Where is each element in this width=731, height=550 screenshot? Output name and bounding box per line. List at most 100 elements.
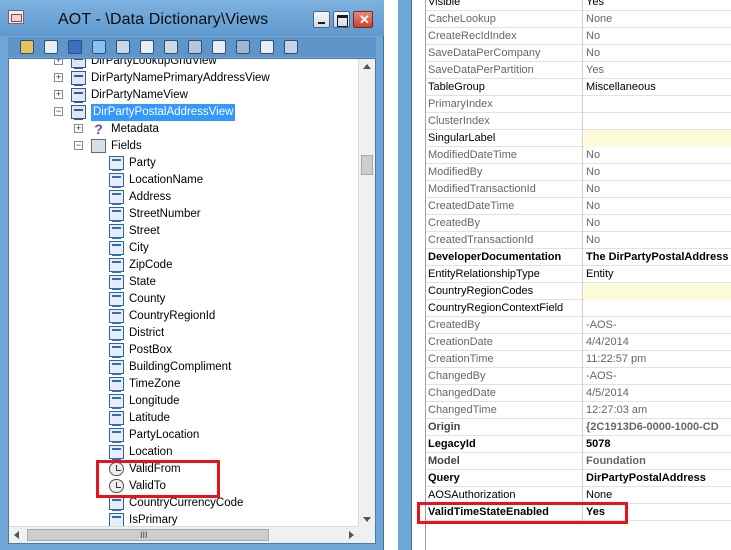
property-value[interactable]: -AOS- — [584, 368, 731, 385]
property-value[interactable]: -AOS- — [584, 317, 731, 334]
property-row[interactable]: PrimaryIndex — [426, 96, 731, 113]
property-row[interactable]: DeveloperDocumentation The DirPartyPostal… — [426, 249, 731, 266]
property-row[interactable]: ChangedBy -AOS- — [426, 368, 731, 385]
tree-item-fields[interactable]: − Fields — [9, 138, 359, 155]
expand-icon[interactable]: + — [54, 73, 63, 82]
horizontal-scrollbar[interactable]: III — [9, 526, 359, 543]
properties-icon[interactable] — [44, 40, 58, 54]
close-button[interactable]: ✕ — [353, 11, 373, 28]
property-value[interactable] — [584, 113, 731, 130]
tree-item-street[interactable]: Street — [9, 223, 359, 240]
property-row[interactable]: Query DirPartyPostalAddress — [426, 470, 731, 487]
property-value[interactable]: No — [584, 198, 731, 215]
property-value[interactable] — [584, 300, 731, 317]
property-row[interactable]: CreatedBy No — [426, 215, 731, 232]
save-icon[interactable] — [68, 40, 82, 54]
property-row[interactable]: CreateRecIdIndex No — [426, 28, 731, 45]
tree-item-buildingcompliment[interactable]: BuildingCompliment — [9, 359, 359, 376]
expand-icon[interactable]: + — [54, 59, 63, 65]
maximize-button[interactable] — [333, 11, 350, 28]
tree-item-location[interactable]: Location — [9, 444, 359, 461]
property-row[interactable]: LegacyId 5078 — [426, 436, 731, 453]
property-value[interactable]: No — [584, 28, 731, 45]
property-value[interactable]: No — [584, 215, 731, 232]
property-value[interactable]: None — [584, 11, 731, 28]
property-row[interactable]: SaveDataPerPartition Yes — [426, 62, 731, 79]
tree-item-postbox[interactable]: PostBox — [9, 342, 359, 359]
property-value[interactable]: 4/5/2014 — [584, 385, 731, 402]
property-row[interactable]: ModifiedTransactionId No — [426, 181, 731, 198]
property-value[interactable]: 4/4/2014 — [584, 334, 731, 351]
tree-item-metadata[interactable]: +? Metadata — [9, 121, 359, 138]
property-row[interactable]: CountryRegionContextField — [426, 300, 731, 317]
property-value[interactable]: No — [584, 147, 731, 164]
open-icon[interactable] — [20, 40, 34, 54]
property-value[interactable]: No — [584, 164, 731, 181]
tree-item-address[interactable]: Address — [9, 189, 359, 206]
tree-item-dirpartypostaladdressview[interactable]: − DirPartyPostalAddressView — [9, 104, 359, 121]
minimize-button[interactable] — [313, 11, 330, 28]
scroll-thumb[interactable] — [361, 155, 373, 175]
property-row[interactable]: CacheLookup None — [426, 11, 731, 28]
property-row[interactable]: Model Foundation — [426, 453, 731, 470]
property-value[interactable]: No — [584, 181, 731, 198]
property-value[interactable]: No — [584, 232, 731, 249]
tree-item-city[interactable]: City — [9, 240, 359, 257]
property-value[interactable]: 11:22:57 pm — [584, 351, 731, 368]
tree-item-dirpartynameprimaryaddressview[interactable]: + DirPartyNamePrimaryAddressView — [9, 70, 359, 87]
tree-item-latitude[interactable]: Latitude — [9, 410, 359, 427]
tree-item-locationname[interactable]: LocationName — [9, 172, 359, 189]
expand-icon[interactable]: + — [74, 124, 83, 133]
find-icon[interactable] — [284, 40, 298, 54]
expand-icon[interactable]: + — [54, 90, 63, 99]
collapse-icon[interactable]: − — [74, 141, 83, 150]
tree-item-district[interactable]: District — [9, 325, 359, 342]
import-icon[interactable] — [116, 40, 130, 54]
property-value[interactable]: Yes — [584, 0, 731, 11]
web-icon[interactable] — [260, 40, 274, 54]
property-grid[interactable]: Visible Yes CacheLookup None CreateRecIdInde… — [425, 0, 731, 550]
property-value[interactable]: {2C1913D6-0000-1000-CD — [584, 419, 731, 436]
property-row[interactable]: TableGroup Miscellaneous — [426, 79, 731, 96]
go-back-icon[interactable] — [236, 40, 250, 54]
property-value[interactable]: No — [584, 45, 731, 62]
property-row[interactable]: ClusterIndex — [426, 113, 731, 130]
tree-item-countryregionid[interactable]: CountryRegionId — [9, 308, 359, 325]
property-value[interactable]: 12:27:03 am — [584, 402, 731, 419]
vertical-scrollbar[interactable] — [358, 59, 375, 527]
property-row[interactable]: ModifiedBy No — [426, 164, 731, 181]
property-row[interactable]: Origin {2C1913D6-0000-1000-CD — [426, 419, 731, 436]
property-row[interactable]: CreationDate 4/4/2014 — [426, 334, 731, 351]
tree-item-dirpartylookupgridview[interactable]: + DirPartyLookupGridView — [9, 59, 359, 70]
tree-item-streetnumber[interactable]: StreetNumber — [9, 206, 359, 223]
property-row[interactable]: SingularLabel — [426, 130, 731, 147]
property-row[interactable]: CreatedDateTime No — [426, 198, 731, 215]
property-value[interactable]: Foundation — [584, 453, 731, 470]
tree-item-county[interactable]: County — [9, 291, 359, 308]
tree-item-state[interactable]: State — [9, 274, 359, 291]
tree-item-timezone[interactable]: TimeZone — [9, 376, 359, 393]
tree-item-partylocation[interactable]: PartyLocation — [9, 427, 359, 444]
property-value[interactable]: DirPartyPostalAddress — [584, 470, 731, 487]
property-row[interactable]: EntityRelationshipType Entity — [426, 266, 731, 283]
tree-item-longitude[interactable]: Longitude — [9, 393, 359, 410]
tree-item-zipcode[interactable]: ZipCode — [9, 257, 359, 274]
property-row[interactable]: CreatedTransactionId No — [426, 232, 731, 249]
property-row[interactable]: CreatedBy -AOS- — [426, 317, 731, 334]
compile-icon[interactable] — [92, 40, 106, 54]
property-value[interactable]: Miscellaneous — [584, 79, 731, 96]
scroll-down-icon[interactable] — [363, 517, 371, 522]
property-value[interactable]: Entity — [584, 266, 731, 283]
aot-app-icon[interactable] — [8, 10, 24, 24]
property-row[interactable]: ChangedDate 4/5/2014 — [426, 385, 731, 402]
property-value[interactable] — [584, 283, 731, 300]
property-row[interactable]: SaveDataPerCompany No — [426, 45, 731, 62]
property-row[interactable]: Visible Yes — [426, 0, 731, 11]
property-row[interactable]: ChangedTime 12:27:03 am — [426, 402, 731, 419]
refresh-icon[interactable] — [212, 40, 226, 54]
title-bar[interactable]: AOT - \Data Dictionary\Views ✕ — [0, 0, 384, 36]
collapse-icon[interactable]: − — [54, 107, 63, 116]
scroll-up-icon[interactable] — [363, 64, 371, 69]
property-row[interactable]: ModifiedDateTime No — [426, 147, 731, 164]
scroll-right-icon[interactable] — [349, 531, 354, 539]
